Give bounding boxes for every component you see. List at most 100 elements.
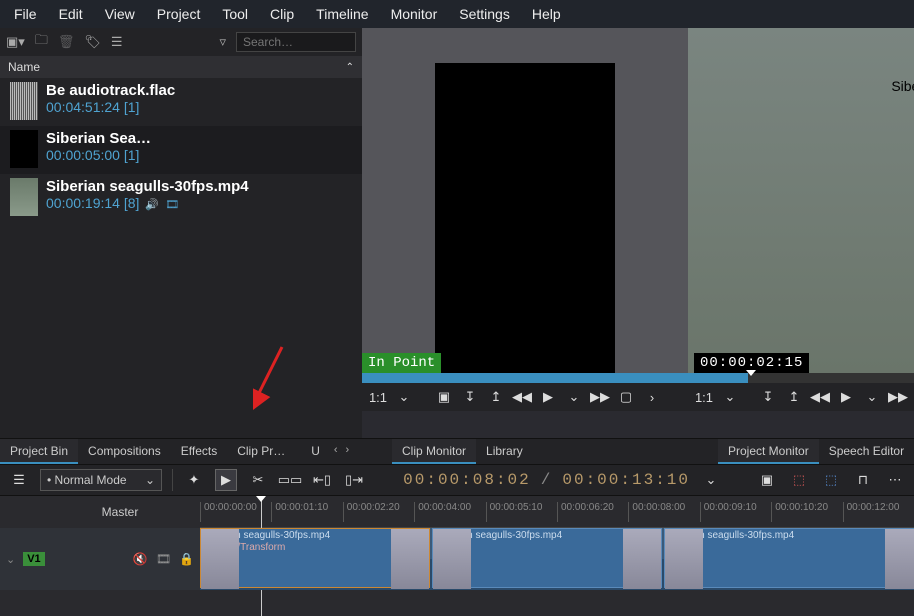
menu-settings[interactable]: Settings [449, 2, 520, 26]
menu-monitor[interactable]: Monitor [381, 2, 448, 26]
collapse-icon[interactable]: ⌃ [346, 62, 354, 73]
timeline-toolbar: ☰ • Normal Mode⌄ ✦ ▶ ✂ ▭▭ ⇤▯ ▯⇥ 00:00:08… [0, 464, 914, 496]
magic-icon[interactable]: ✦ [183, 469, 205, 491]
tab[interactable]: U [301, 439, 330, 464]
chevron-down-icon[interactable]: ⌄ [564, 389, 584, 405]
chevron-down-icon[interactable]: ⌄ [862, 389, 882, 405]
zone-icon[interactable]: ▣ [756, 469, 778, 491]
project-bin-panel: ▣▾ 🗀 🗑 🏷 ☰ ▿ Name ⌃ Be audiotrack.flac00… [0, 28, 362, 438]
chevron-down-icon[interactable]: ⌄ [700, 469, 722, 491]
fastfwd-icon[interactable]: ▶▶ [888, 389, 908, 405]
edit-mode-combo[interactable]: • Normal Mode⌄ [40, 469, 162, 491]
left-panel-tabs: Project BinCompositionsEffectsClip Prope… [0, 438, 392, 464]
fullscreen-icon[interactable]: ▣ [434, 389, 454, 405]
spacer-tool[interactable]: ▭▭ [279, 469, 301, 491]
set-in-icon[interactable]: ↧ [460, 389, 480, 405]
tab[interactable]: Speech Editor [819, 439, 914, 464]
menubar: File Edit View Project Tool Clip Timelin… [0, 0, 914, 28]
ruler-tick: 00:00:01:10 [271, 502, 328, 522]
film-icon[interactable]: 🎞 [156, 552, 171, 566]
clip-meta: 00:04:51:24 [1] [46, 99, 175, 115]
timeline-ruler[interactable]: 00:00:00:0000:00:01:1000:00:02:2000:00:0… [200, 496, 914, 528]
menu-clip[interactable]: Clip [260, 2, 304, 26]
hamburger-icon[interactable]: ☰ [8, 469, 30, 491]
rewind-icon[interactable]: ◀◀ [512, 389, 532, 405]
clip-title: Siberian Sea… [46, 130, 151, 147]
zoom-level[interactable]: 1:1 [368, 390, 388, 405]
tab[interactable]: Project Bin [0, 439, 78, 464]
tab[interactable]: Effects [171, 439, 227, 464]
play-icon[interactable]: ▶ [538, 389, 558, 405]
search-input[interactable] [236, 32, 356, 52]
project-monitor-tabs: Project MonitorSpeech EditorProject N [718, 438, 914, 464]
chevron-right-icon[interactable]: › [642, 390, 662, 405]
bin-column-header[interactable]: Name ⌃ [0, 56, 362, 78]
menu-file[interactable]: File [4, 2, 47, 26]
ruler-tick: 00:00:10:20 [771, 502, 828, 522]
rewind-icon[interactable]: ◀◀ [810, 389, 830, 405]
tab[interactable]: Clip Proper… [227, 439, 301, 464]
menu-timeline[interactable]: Timeline [306, 2, 378, 26]
filter-icon[interactable]: ▿ [219, 34, 226, 50]
project-monitor-view[interactable]: Siber 00:00:02:15 [688, 28, 914, 373]
set-out-icon[interactable]: ↥ [784, 389, 804, 405]
bin-item[interactable]: Siberian seagulls-30fps.mp400:00:19:14 [… [0, 174, 362, 222]
clip-thumb [665, 529, 703, 589]
track-body-v1[interactable]: Siberian seagulls-30fps.mp4Fade in/Trans… [200, 528, 914, 590]
mix2-icon[interactable]: ⬚ [820, 469, 842, 491]
ruler-tick: 00:00:08:00 [628, 502, 685, 522]
zoom-level[interactable]: 1:1 [694, 390, 714, 405]
tab-nav-next[interactable]: › [342, 439, 354, 464]
insert-tool[interactable]: ⇤▯ [311, 469, 333, 491]
bin-item[interactable]: Siberian Sea…00:00:05:00 [1] [0, 126, 362, 174]
track-header-v1[interactable]: ⌄ V1 🔇 🎞 🔒 [0, 528, 200, 590]
set-in-icon[interactable]: ↧ [758, 389, 778, 405]
timeline-clip[interactable]: Siberian seagulls-30fps.mp4 [432, 528, 662, 588]
pointer-tool[interactable]: ▶ [215, 469, 237, 491]
thumbnail [10, 178, 38, 216]
razor-tool[interactable]: ✂ [247, 469, 269, 491]
lock-icon[interactable]: 🔒 [179, 552, 194, 566]
timeline-clip[interactable]: Siberian seagulls-30fps.mp4Fade in/Trans… [200, 528, 430, 588]
timeline-clip[interactable]: Siberian seagulls-30fps.mp4 [664, 528, 914, 588]
menu-tool[interactable]: Tool [212, 2, 258, 26]
chevron-down-icon[interactable]: ⌄ [720, 389, 740, 405]
chevron-down-icon[interactable]: ⌄ [6, 553, 15, 566]
more-icon[interactable]: ⋯ [884, 469, 906, 491]
add-clip-icon[interactable]: ▣▾ [6, 34, 25, 50]
clip-title: Siberian seagulls-30fps.mp4 [46, 178, 249, 195]
play-icon[interactable]: ▶ [836, 389, 856, 405]
bin-header-label: Name [8, 60, 40, 74]
tag-icon[interactable]: 🏷 [84, 34, 101, 50]
mute-icon[interactable]: 🔇 [133, 552, 148, 566]
menu-project[interactable]: Project [147, 2, 211, 26]
menu-help[interactable]: Help [522, 2, 571, 26]
crop-icon[interactable]: ▢ [616, 389, 636, 405]
master-track-header[interactable]: Master [0, 496, 200, 528]
chevron-down-icon[interactable]: ⌄ [394, 389, 414, 405]
overwrite-tool[interactable]: ▯⇥ [343, 469, 365, 491]
tab[interactable]: Project Monitor [718, 439, 819, 464]
clip-scrubbar[interactable] [362, 373, 688, 383]
clip-title: Be audiotrack.flac [46, 82, 175, 99]
ruler-tick: 00:00:06:20 [557, 502, 614, 522]
tab-nav-prev[interactable]: ‹ [330, 439, 342, 464]
menu-view[interactable]: View [95, 2, 145, 26]
menu-edit[interactable]: Edit [49, 2, 93, 26]
mix-icon[interactable]: ⬚ [788, 469, 810, 491]
project-scrubbar[interactable] [688, 373, 914, 383]
folder-icon[interactable]: 🗀 [35, 31, 48, 53]
bin-list: Be audiotrack.flac00:04:51:24 [1]Siberia… [0, 78, 362, 438]
list-icon[interactable]: ☰ [111, 34, 123, 50]
set-out-icon[interactable]: ↥ [486, 389, 506, 405]
tab[interactable]: Clip Monitor [392, 439, 476, 464]
trash-icon[interactable]: 🗑 [58, 34, 75, 50]
bin-item[interactable]: Be audiotrack.flac00:04:51:24 [1] [0, 78, 362, 126]
clip-monitor-view[interactable]: In Point [362, 28, 688, 373]
in-point-marker: In Point [362, 353, 441, 373]
fastfwd-icon[interactable]: ▶▶ [590, 389, 610, 405]
snap-icon[interactable]: ⊓ [852, 469, 874, 491]
tab[interactable]: Library [476, 439, 533, 464]
master-label: Master [102, 505, 139, 519]
tab[interactable]: Compositions [78, 439, 171, 464]
